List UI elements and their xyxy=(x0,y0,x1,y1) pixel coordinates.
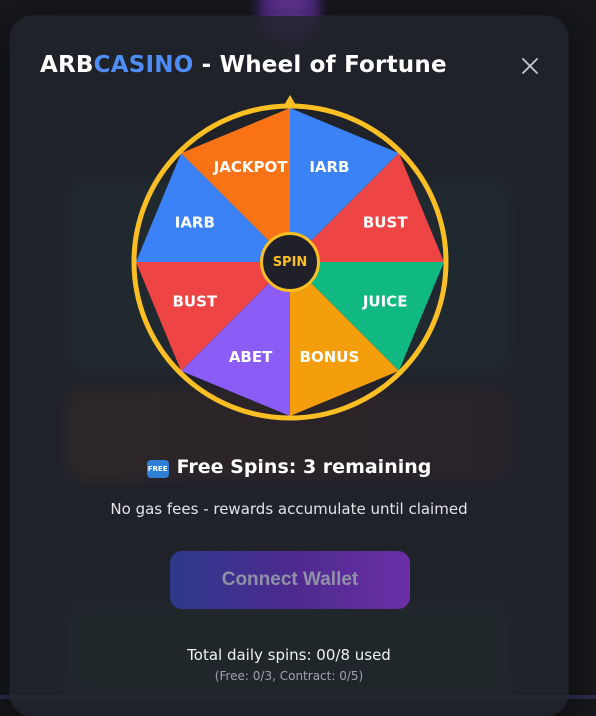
title-suffix: - Wheel of Fortune xyxy=(193,52,447,78)
wheel-segment-label: IARB xyxy=(175,214,215,232)
fortune-wheel[interactable]: IARB BUST JUICE BONUS ABET BUST IARB JACKPOT SP… xyxy=(130,92,450,422)
gas-fee-note: No gas fees - rewards accumulate until c… xyxy=(110,500,468,518)
wheel-pointer xyxy=(283,95,297,107)
spin-button[interactable]: SPIN xyxy=(260,232,320,292)
spin-label: SPIN xyxy=(272,254,308,270)
wheel-segment-label: JUICE xyxy=(362,292,408,310)
wheel-segment-label: ABET xyxy=(229,348,273,366)
wheel-segment-label: IARB xyxy=(309,158,349,176)
modal-title: ARBCASINO - Wheel of Fortune xyxy=(40,52,447,78)
daily-spins-total: Total daily spins: 00/8 used xyxy=(187,646,391,664)
wheel-segment-label: BONUS xyxy=(300,348,360,366)
wheel-segment-label: BUST xyxy=(173,292,218,310)
wheel-segment-label: BUST xyxy=(363,214,408,232)
close-button[interactable] xyxy=(518,54,542,78)
wheel-segment-label: JACKPOT xyxy=(213,158,289,176)
close-icon xyxy=(522,58,538,74)
free-badge-icon: FREE xyxy=(146,460,169,478)
wheel-of-fortune-modal: ARBCASINO - Wheel of Fortune IARB BUST JUI… xyxy=(10,16,568,716)
brand-arb: ARB xyxy=(40,52,94,78)
daily-spins-breakdown: (Free: 0/3, Contract: 0/5) xyxy=(214,669,364,683)
free-spins-text: Free Spins: 3 remaining xyxy=(176,456,432,478)
connect-wallet-button[interactable]: Connect Wallet xyxy=(170,551,410,609)
free-spins-status: FREE Free Spins: 3 remaining xyxy=(10,456,568,478)
brand-casino: CASINO xyxy=(93,52,194,78)
